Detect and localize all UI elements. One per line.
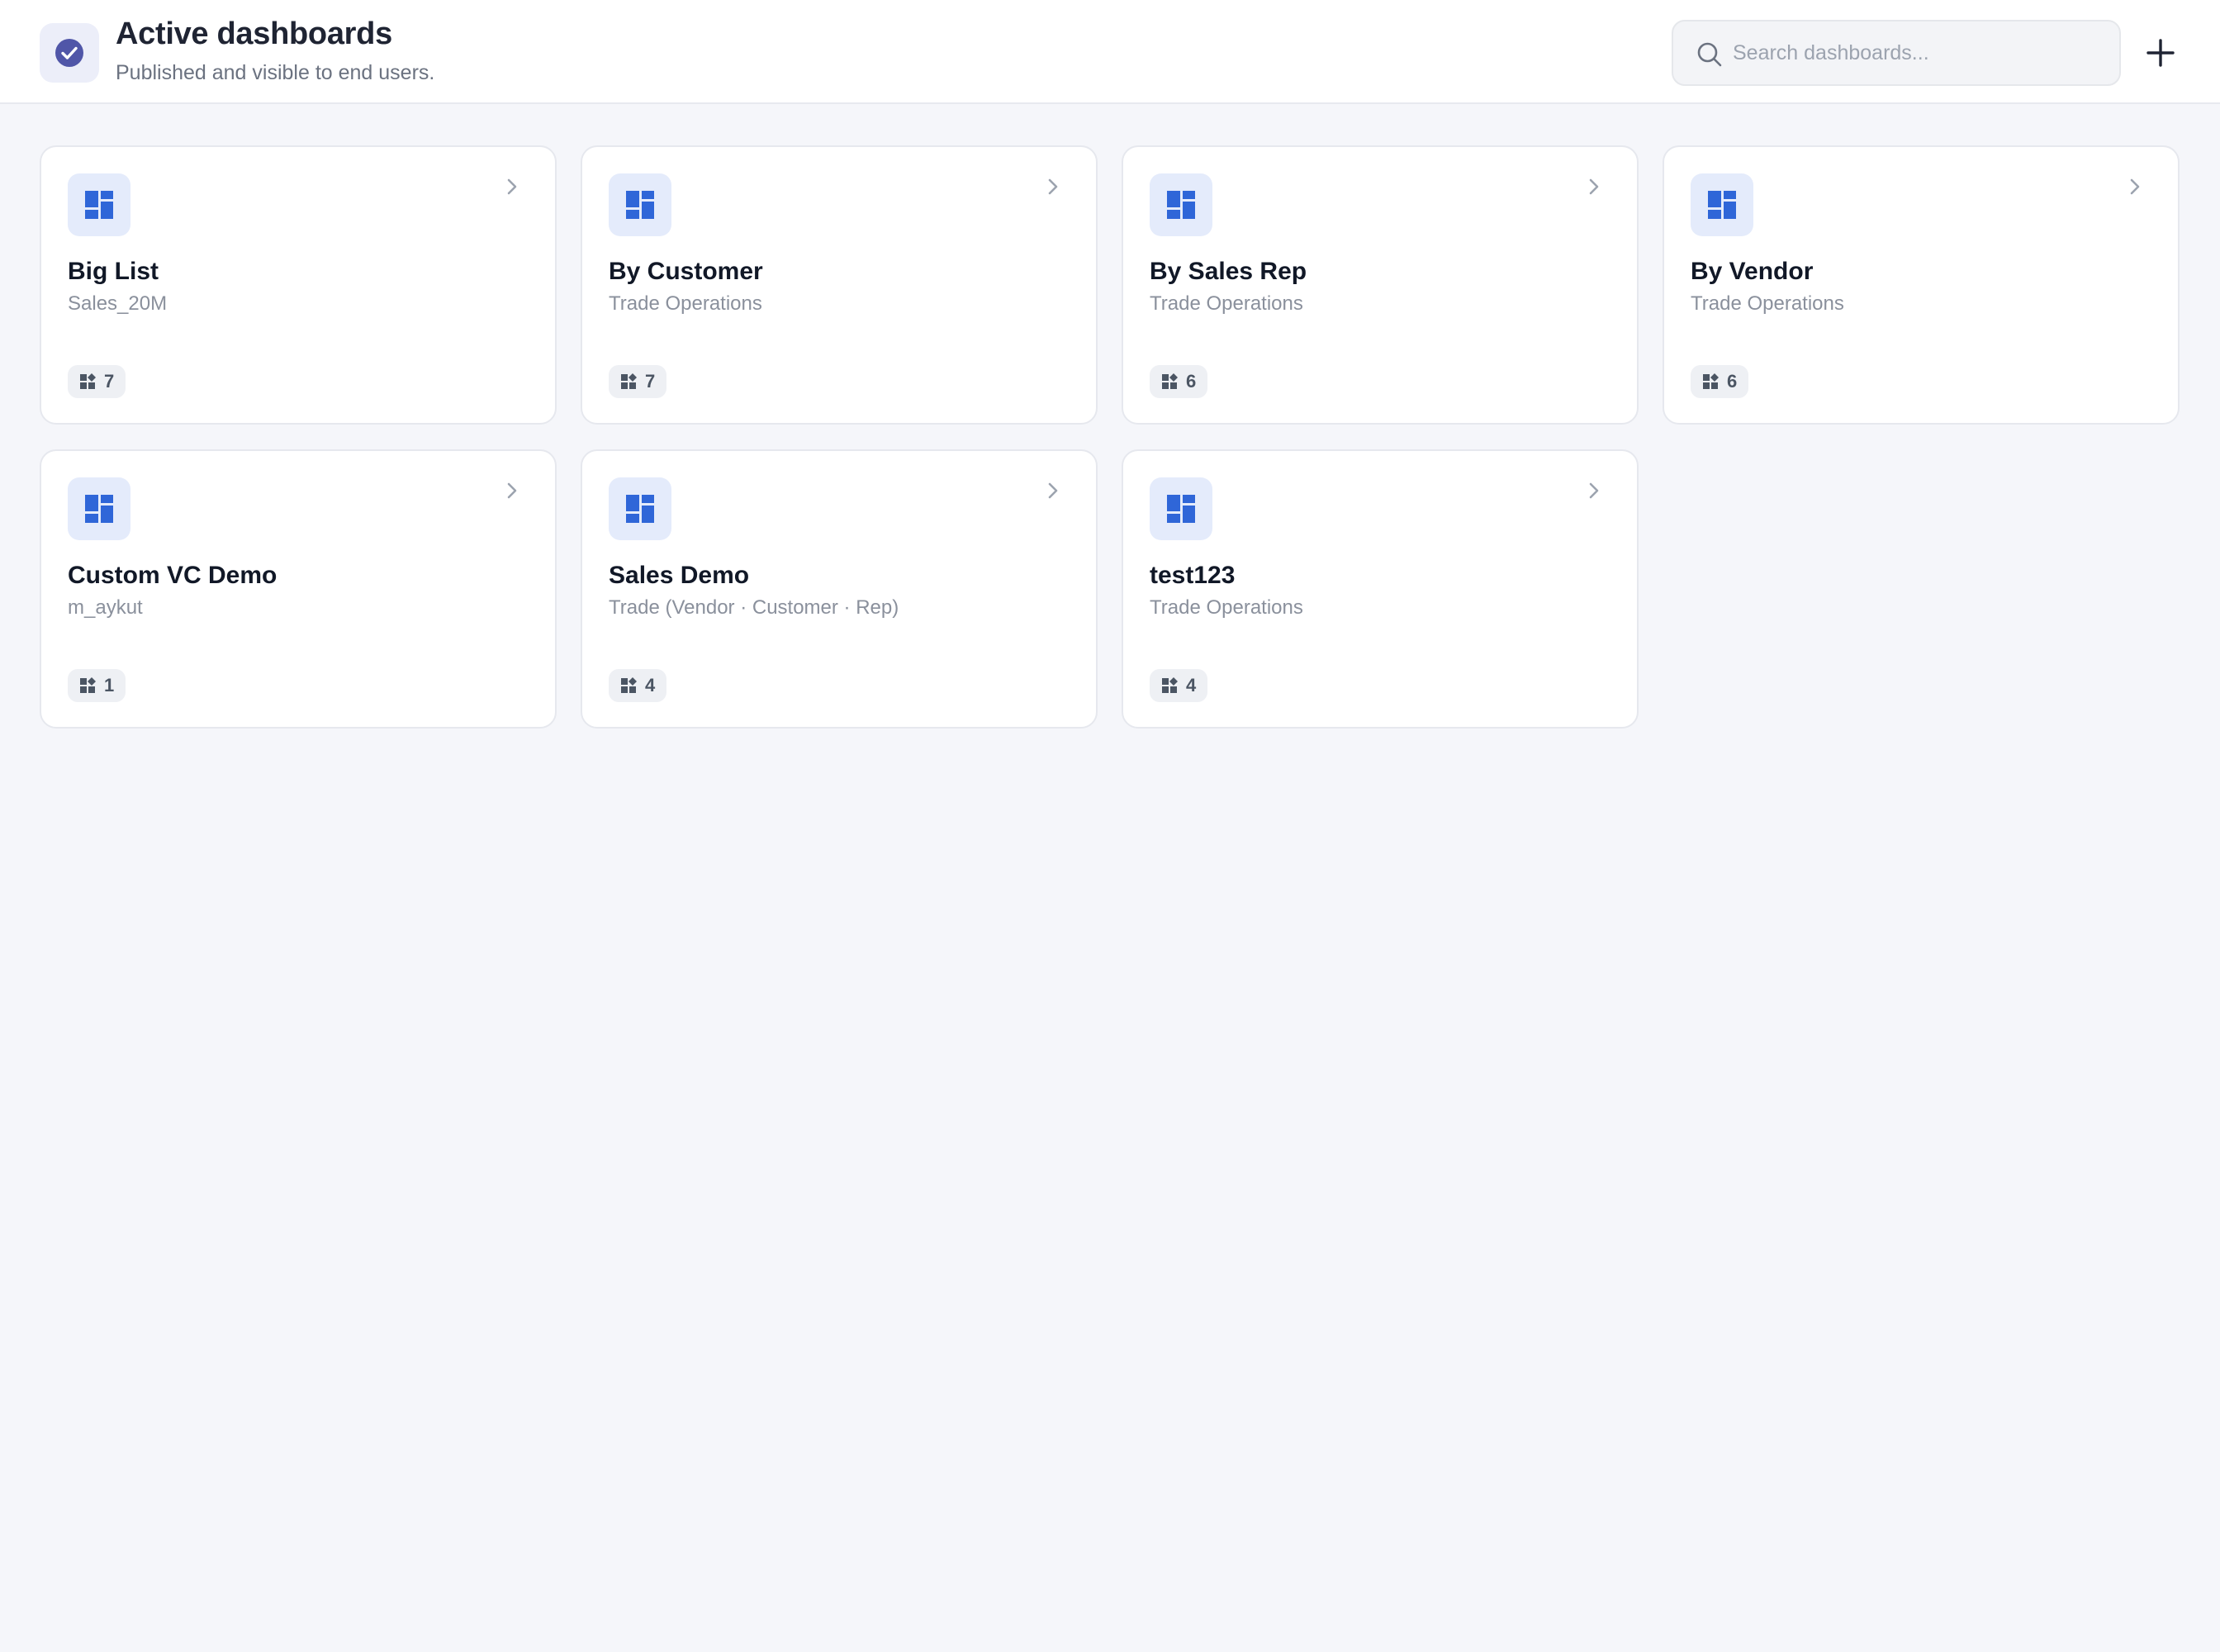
card-title: Custom VC Demo — [68, 562, 278, 589]
dashboard-card-6[interactable]: test123 Trade Operations 4 — [1122, 449, 1639, 729]
card-title: By Sales Rep — [1150, 258, 1307, 285]
dashboard-card-2[interactable]: By Sales Rep Trade Operations 6 — [1122, 145, 1639, 425]
chevron-right-icon — [507, 178, 517, 195]
chevron-right-icon — [1048, 178, 1058, 195]
widget-count-badge: 4 — [609, 669, 667, 702]
card-title: Big List — [68, 258, 159, 285]
page-title: Active dashboards — [116, 17, 392, 51]
card-icon-tile — [68, 477, 130, 540]
widget-count: 4 — [1186, 675, 1197, 695]
dashboard-card-0[interactable]: Big List Sales_20M 7 — [40, 145, 557, 425]
widget-count-badge: 6 — [1691, 365, 1749, 398]
add-dashboard-button[interactable] — [2136, 28, 2185, 78]
widget-count-badge: 4 — [1150, 669, 1208, 702]
widgets-icon — [621, 373, 637, 389]
dashboard-layout-icon — [85, 191, 113, 219]
dashboard-card-3[interactable]: By Vendor Trade Operations 6 — [1663, 145, 2180, 425]
widget-count: 1 — [104, 675, 115, 695]
dashboard-layout-icon — [1708, 191, 1736, 219]
dashboard-card-4[interactable]: Custom VC Demo m_aykut 1 — [40, 449, 557, 729]
dashboard-layout-icon — [626, 191, 654, 219]
header-badge — [40, 23, 99, 83]
card-icon-tile — [1150, 477, 1212, 540]
check-circle-icon — [55, 39, 83, 67]
search-input[interactable] — [1733, 23, 2104, 83]
card-title: test123 — [1150, 562, 1236, 589]
chevron-right-icon — [1589, 482, 1599, 499]
widget-count: 7 — [104, 371, 115, 392]
page-header: Active dashboards Published and visible … — [0, 0, 2220, 104]
dashboard-layout-icon — [1167, 495, 1195, 523]
widget-count: 7 — [645, 371, 656, 392]
search-icon — [1697, 42, 1722, 67]
card-title: By Vendor — [1691, 258, 1814, 285]
widget-count-badge: 1 — [68, 669, 126, 702]
card-icon-tile — [609, 173, 671, 236]
card-subtitle: Sales_20M — [68, 292, 168, 315]
plus-icon — [2146, 39, 2175, 67]
widget-count: 6 — [1727, 371, 1738, 392]
dashboard-grid: Big List Sales_20M 7 By Customer Trade O… — [40, 145, 2180, 729]
card-subtitle: Trade (Vendor · Customer · Rep) — [609, 596, 899, 619]
card-icon-tile — [68, 173, 130, 236]
widget-count: 4 — [645, 675, 656, 695]
page-subtitle: Published and visible to end users. — [116, 61, 435, 84]
card-subtitle: Trade Operations — [609, 292, 762, 315]
card-icon-tile — [1150, 173, 1212, 236]
widgets-icon — [1703, 373, 1719, 389]
dashboard-card-5[interactable]: Sales Demo Trade (Vendor · Customer · Re… — [581, 449, 1098, 729]
dashboard-layout-icon — [85, 495, 113, 523]
card-title: Sales Demo — [609, 562, 750, 589]
widgets-icon — [80, 373, 96, 389]
card-subtitle: Trade Operations — [1150, 596, 1303, 619]
widgets-icon — [1162, 373, 1178, 389]
dashboard-card-1[interactable]: By Customer Trade Operations 7 — [581, 145, 1098, 425]
card-subtitle: Trade Operations — [1691, 292, 1844, 315]
widget-count-badge: 7 — [609, 365, 667, 398]
chevron-right-icon — [1048, 482, 1058, 499]
card-icon-tile — [609, 477, 671, 540]
card-icon-tile — [1691, 173, 1753, 236]
search-box[interactable] — [1672, 20, 2121, 86]
widgets-icon — [1162, 677, 1178, 693]
card-title: By Customer — [609, 258, 763, 285]
widget-count-badge: 6 — [1150, 365, 1208, 398]
chevron-right-icon — [1589, 178, 1599, 195]
widget-count-badge: 7 — [68, 365, 126, 398]
dashboard-layout-icon — [1167, 191, 1195, 219]
card-subtitle: Trade Operations — [1150, 292, 1303, 315]
chevron-right-icon — [507, 482, 517, 499]
widget-count: 6 — [1186, 371, 1197, 392]
widgets-icon — [621, 677, 637, 693]
dashboard-layout-icon — [626, 495, 654, 523]
card-subtitle: m_aykut — [68, 596, 143, 619]
chevron-right-icon — [2130, 178, 2140, 195]
widgets-icon — [80, 677, 96, 693]
